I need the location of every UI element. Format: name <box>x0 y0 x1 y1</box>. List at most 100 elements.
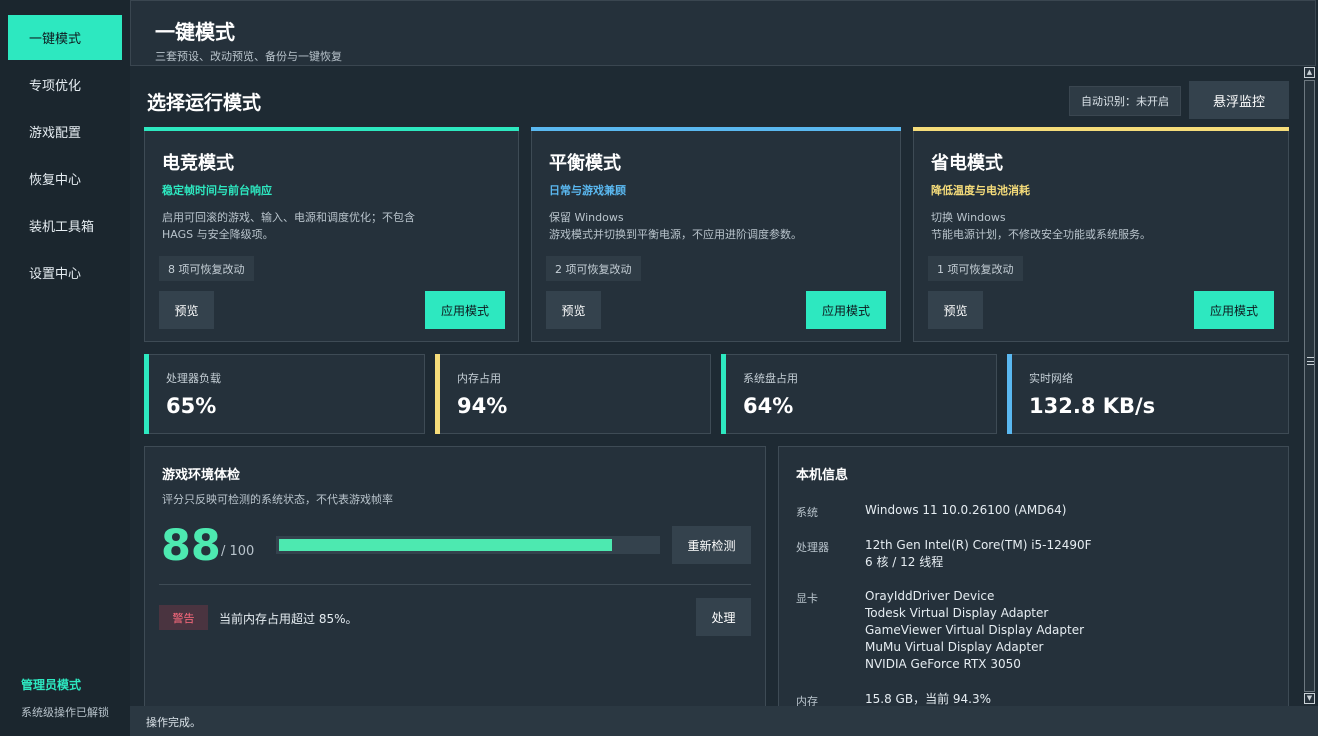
sidebar-item-one-click-mode[interactable]: 一键模式 <box>8 15 122 60</box>
scroll-down-icon[interactable]: ▼ <box>1304 693 1315 704</box>
info-value-line: 6 核 / 12 线程 <box>865 555 944 569</box>
sidebar-item-game-config[interactable]: 游戏配置 <box>8 109 122 154</box>
scroll-up-icon[interactable]: ▲ <box>1304 67 1315 78</box>
stat-label: 实时网络 <box>1029 372 1073 385</box>
stat-value: 94% <box>457 394 508 418</box>
vertical-scrollbar[interactable]: ▲ ▼ <box>1303 67 1316 706</box>
info-value-line: NVIDIA GeForce RTX 3050 <box>865 657 1021 671</box>
stat-label: 处理器负载 <box>166 372 221 385</box>
mode-accent-bar <box>144 127 519 131</box>
info-label-gpu: 显卡 <box>796 592 818 605</box>
sidebar-item-label: 一键模式 <box>29 32 82 47</box>
stat-value: 65% <box>166 394 217 418</box>
info-value-line: GameViewer Virtual Display Adapter <box>865 623 1085 637</box>
stat-accent <box>435 354 440 434</box>
stat-label: 系统盘占用 <box>743 372 798 385</box>
warning-text: 当前内存占用超过 85%。 <box>219 612 358 626</box>
preview-button[interactable]: 预览 <box>159 291 214 329</box>
page-title: 一键模式 <box>155 20 235 44</box>
admin-mode-title: 管理员模式 <box>21 678 82 692</box>
preview-button[interactable]: 预览 <box>546 291 601 329</box>
mode-accent-bar <box>531 127 901 131</box>
sidebar-item-restore-center[interactable]: 恢复中心 <box>8 156 122 201</box>
info-value-gpu: OrayIddDriver Device Todesk Virtual Disp… <box>865 588 1084 673</box>
panel-title: 游戏环境体检 <box>162 468 241 483</box>
recheck-button[interactable]: 重新检测 <box>672 526 751 564</box>
sidebar-item-toolbox[interactable]: 装机工具箱 <box>8 203 122 248</box>
sidebar-item-label: 设置中心 <box>29 267 82 282</box>
float-monitor-button[interactable]: 悬浮监控 <box>1189 81 1289 119</box>
status-bar: 操作完成。 <box>130 706 1318 736</box>
panel-title: 本机信息 <box>796 468 849 483</box>
stat-memory-usage: 内存占用 94% <box>435 354 711 434</box>
mode-description: 切换 Windows 节能电源计划，不修改安全功能或系统服务。 <box>931 209 1151 243</box>
mode-description-line: 游戏模式并切换到平衡电源，不应用进阶调度参数。 <box>549 228 802 241</box>
mode-description-line: HAGS 与安全降级项。 <box>162 228 274 241</box>
mode-card-esports: 电竞模式 稳定帧时间与前台响应 启用可回滚的游戏、输入、电源和调度优化；不包含 … <box>144 127 519 342</box>
mode-card-balanced: 平衡模式 日常与游戏兼顾 保留 Windows 游戏模式并切换到平衡电源，不应用… <box>531 127 901 342</box>
apply-mode-button[interactable]: 应用模式 <box>806 291 886 329</box>
admin-mode-subtitle: 系统级操作已解锁 <box>21 706 109 719</box>
mode-tagline: 日常与游戏兼顾 <box>549 184 626 197</box>
info-value-line: Todesk Virtual Display Adapter <box>865 606 1049 620</box>
health-progress-bar <box>276 536 660 554</box>
system-info-panel: 本机信息 系统 Windows 11 10.0.26100 (AMD64) 处理… <box>778 446 1289 716</box>
mode-description: 启用可回滚的游戏、输入、电源和调度优化；不包含 HAGS 与安全降级项。 <box>162 209 415 243</box>
stat-cpu-load: 处理器负载 65% <box>144 354 425 434</box>
sidebar-item-label: 恢复中心 <box>29 173 82 188</box>
grip-icon <box>1307 357 1314 365</box>
stat-accent <box>1007 354 1012 434</box>
status-text: 操作完成。 <box>146 716 201 729</box>
handle-warning-button[interactable]: 处理 <box>696 598 751 636</box>
info-value-line: MuMu Virtual Display Adapter <box>865 640 1044 654</box>
health-score: 88 <box>161 521 221 571</box>
scrollbar-thumb[interactable] <box>1304 80 1315 692</box>
warning-badge: 警告 <box>159 605 208 630</box>
mode-accent-bar <box>913 127 1289 131</box>
page-header: 一键模式 三套预设、改动预览、备份与一键恢复 <box>130 0 1316 66</box>
mode-description-line: 节能电源计划，不修改安全功能或系统服务。 <box>931 228 1151 241</box>
stat-network: 实时网络 132.8 KB/s <box>1007 354 1289 434</box>
info-value-line: OrayIddDriver Device <box>865 589 995 603</box>
stat-accent <box>144 354 149 434</box>
mode-name: 电竞模式 <box>162 153 234 174</box>
stat-label: 内存占用 <box>457 372 501 385</box>
info-value-cpu: 12th Gen Intel(R) Core(TM) i5-12490F 6 核… <box>865 537 1092 571</box>
sidebar: 一键模式 专项优化 游戏配置 恢复中心 装机工具箱 设置中心 管理员模式 系统级… <box>0 0 130 736</box>
mode-description-line: 启用可回滚的游戏、输入、电源和调度优化；不包含 <box>162 211 415 224</box>
mode-change-count: 8 项可恢复改动 <box>159 256 254 281</box>
health-progress-fill <box>279 539 612 551</box>
sidebar-item-settings[interactable]: 设置中心 <box>8 250 122 295</box>
mode-change-count: 2 项可恢复改动 <box>546 256 641 281</box>
mode-tagline: 降低温度与电池消耗 <box>931 184 1030 197</box>
section-title: 选择运行模式 <box>147 92 262 114</box>
stat-value: 64% <box>743 394 794 418</box>
sidebar-item-label: 装机工具箱 <box>29 220 95 235</box>
info-value-line: 12th Gen Intel(R) Core(TM) i5-12490F <box>865 538 1092 552</box>
sidebar-item-special-optimization[interactable]: 专项优化 <box>8 62 122 107</box>
preview-button[interactable]: 预览 <box>928 291 983 329</box>
mode-name: 平衡模式 <box>549 153 621 174</box>
page-subtitle: 三套预设、改动预览、备份与一键恢复 <box>155 50 342 63</box>
game-env-check-panel: 游戏环境体检 评分只反映可检测的系统状态，不代表游戏帧率 88 / 100 重新… <box>144 446 766 716</box>
mode-description: 保留 Windows 游戏模式并切换到平衡电源，不应用进阶调度参数。 <box>549 209 802 243</box>
stat-system-disk: 系统盘占用 64% <box>721 354 997 434</box>
info-label-system: 系统 <box>796 506 818 519</box>
panel-subtitle: 评分只反映可检测的系统状态，不代表游戏帧率 <box>162 493 393 506</box>
mode-card-powersave: 省电模式 降低温度与电池消耗 切换 Windows 节能电源计划，不修改安全功能… <box>913 127 1289 342</box>
info-value-system: Windows 11 10.0.26100 (AMD64) <box>865 503 1067 517</box>
mode-change-count: 1 项可恢复改动 <box>928 256 1023 281</box>
sidebar-item-label: 游戏配置 <box>29 126 82 141</box>
stat-accent <box>721 354 726 434</box>
mode-description-line: 保留 Windows <box>549 211 624 224</box>
divider <box>159 584 751 585</box>
mode-tagline: 稳定帧时间与前台响应 <box>162 184 272 197</box>
apply-mode-button[interactable]: 应用模式 <box>425 291 505 329</box>
auto-detect-status: 自动识别：未开启 <box>1069 86 1181 116</box>
mode-description-line: 切换 Windows <box>931 211 1006 224</box>
health-score-max: / 100 <box>221 544 255 559</box>
apply-mode-button[interactable]: 应用模式 <box>1194 291 1274 329</box>
info-label-cpu: 处理器 <box>796 541 829 554</box>
stat-value: 132.8 KB/s <box>1029 394 1156 418</box>
sidebar-item-label: 专项优化 <box>29 79 82 94</box>
